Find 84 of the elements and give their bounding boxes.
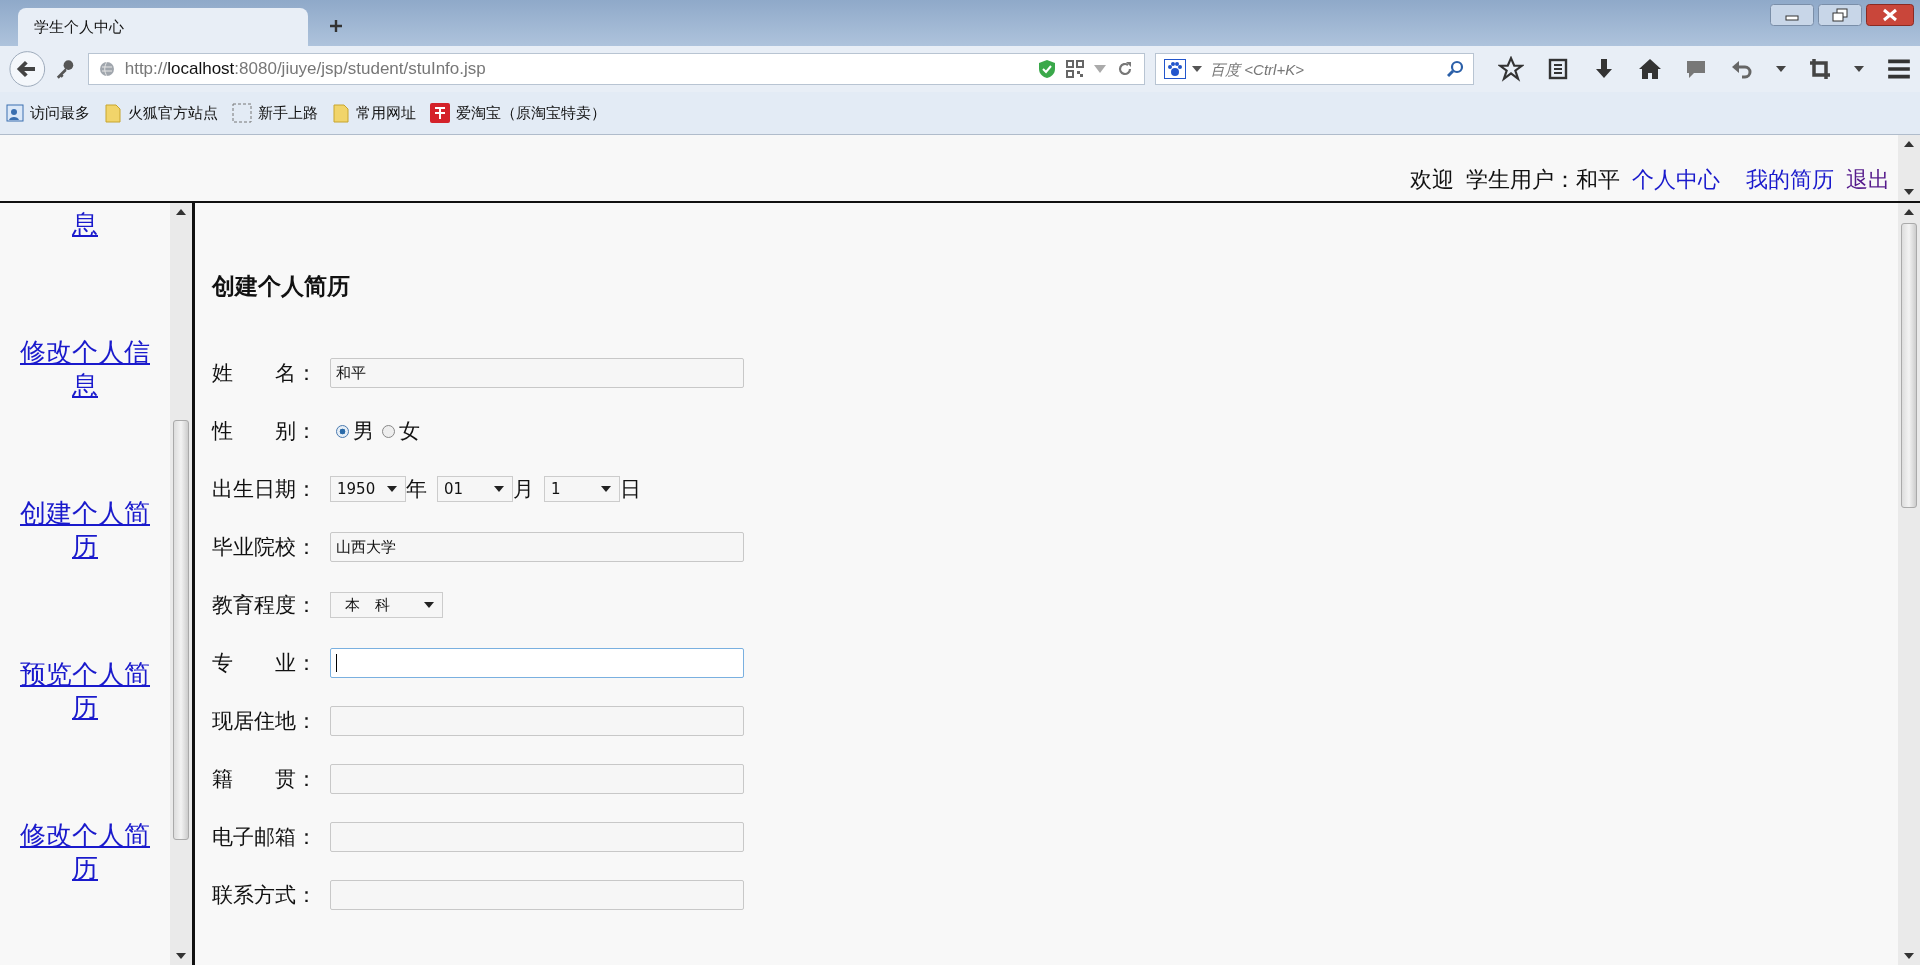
field-label: 电子邮箱： — [212, 824, 318, 851]
header-link[interactable]: 退出 — [1846, 165, 1890, 195]
field-label: 教育程度： — [212, 592, 318, 619]
sidebar-link[interactable]: 预览个人简历 — [15, 658, 155, 724]
search-input[interactable]: 百度 <Ctrl+K> — [1208, 59, 1441, 79]
dropdown[interactable]: 1 — [544, 476, 620, 502]
blank-page-icon — [232, 103, 252, 123]
sidebar-link[interactable]: 息 — [15, 208, 155, 241]
welcome-text: 欢迎 — [1410, 166, 1454, 194]
scroll-down-icon[interactable] — [1904, 953, 1914, 959]
search-field[interactable]: 百度 <Ctrl+K> — [1155, 53, 1474, 85]
input-field[interactable] — [330, 648, 744, 678]
dropdown-icon[interactable] — [1192, 66, 1203, 72]
unit-label: 日 — [620, 476, 641, 503]
globe-icon — [98, 61, 115, 77]
scrollbar[interactable] — [1898, 135, 1920, 201]
restore-icon[interactable] — [1818, 4, 1862, 26]
back-icon[interactable] — [8, 49, 47, 89]
field-label: 毕业院校： — [212, 534, 318, 561]
browser-tab[interactable]: 学生个人中心 — [18, 8, 308, 46]
input-field[interactable] — [330, 880, 744, 910]
form-title: 创建个人简历 — [212, 271, 351, 301]
field-label: 联系方式： — [212, 882, 318, 909]
dropdown[interactable]: 01 — [437, 476, 513, 502]
caret-icon[interactable] — [1776, 66, 1786, 72]
field-label: 专 业： — [212, 650, 318, 677]
scroll-up-icon[interactable] — [176, 209, 186, 215]
radio-label: 男 — [353, 418, 374, 445]
bookmark[interactable]: 爱淘宝（原淘宝特卖） — [430, 103, 606, 123]
new-tab-icon[interactable] — [328, 18, 344, 34]
bookmark[interactable]: 新手上路 — [232, 103, 318, 123]
close-icon[interactable] — [1866, 4, 1914, 26]
dropdown[interactable]: 本 科 — [330, 592, 443, 618]
bookmark[interactable]: 常用网址 — [332, 103, 416, 123]
reading-list-icon[interactable] — [1546, 57, 1570, 81]
scroll-down-icon[interactable] — [176, 953, 186, 959]
unit-label: 年 — [406, 476, 427, 503]
paw-icon[interactable] — [1164, 59, 1187, 79]
header-link[interactable]: 我的简历 — [1746, 165, 1834, 195]
unit-label: 月 — [513, 476, 534, 503]
scroll-down-icon[interactable] — [1904, 189, 1914, 195]
qr-code-icon[interactable] — [1066, 60, 1085, 78]
field-label: 现居住地： — [212, 708, 318, 735]
user-text: 学生用户：和平 — [1466, 166, 1620, 194]
field-label: 性 别： — [212, 418, 318, 445]
field-label: 籍 贯： — [212, 766, 318, 793]
address-bar[interactable]: http://localhost:8080/jiuye/jsp/student/stuInfo.jsp — [87, 53, 1146, 85]
search-icon[interactable] — [1447, 60, 1465, 78]
shop-icon — [430, 103, 450, 123]
minimize-icon[interactable] — [1770, 4, 1814, 26]
home-icon[interactable] — [1638, 57, 1662, 81]
url-text: http://localhost:8080/jiuye/jsp/student/stuInfo.jsp — [124, 59, 487, 79]
folder-icon — [332, 103, 350, 123]
field-label: 出生日期： — [212, 476, 318, 503]
sidebar-link[interactable]: 创建个人简历 — [15, 497, 155, 563]
bookmark[interactable]: 火狐官方站点 — [104, 103, 218, 123]
field-label: 姓 名： — [212, 360, 318, 387]
sidebar-link[interactable]: 修改个人简历 — [15, 819, 155, 885]
scroll-up-icon[interactable] — [1904, 209, 1914, 215]
radio-button[interactable] — [382, 424, 395, 438]
document-icon — [6, 104, 24, 122]
caret-icon — [601, 486, 611, 492]
input-field[interactable] — [330, 764, 744, 794]
input-field[interactable]: 和平 — [330, 358, 744, 388]
radio-label: 女 — [399, 418, 420, 445]
dropdown[interactable]: 1950 — [330, 476, 406, 502]
radio-button[interactable] — [336, 424, 349, 438]
crop-icon[interactable] — [1808, 57, 1832, 81]
scrollbar[interactable] — [1898, 203, 1920, 965]
input-field[interactable] — [330, 706, 744, 736]
input-field[interactable]: 山西大学 — [330, 532, 744, 562]
folder-icon — [104, 103, 122, 123]
scroll-up-icon[interactable] — [1904, 141, 1914, 147]
caret-icon[interactable] — [1854, 66, 1864, 72]
scrollbar[interactable] — [170, 203, 195, 965]
shield-icon[interactable] — [1038, 59, 1057, 79]
caret-icon — [387, 486, 397, 492]
star-icon[interactable] — [1498, 56, 1524, 82]
sidebar-link[interactable]: 修改个人信息 — [15, 336, 155, 402]
caret-icon — [494, 486, 504, 492]
caret-icon — [424, 602, 434, 608]
input-field[interactable] — [330, 822, 744, 852]
bookmark[interactable]: 访问最多 — [6, 103, 90, 123]
header-link[interactable]: 个人中心 — [1632, 165, 1720, 195]
